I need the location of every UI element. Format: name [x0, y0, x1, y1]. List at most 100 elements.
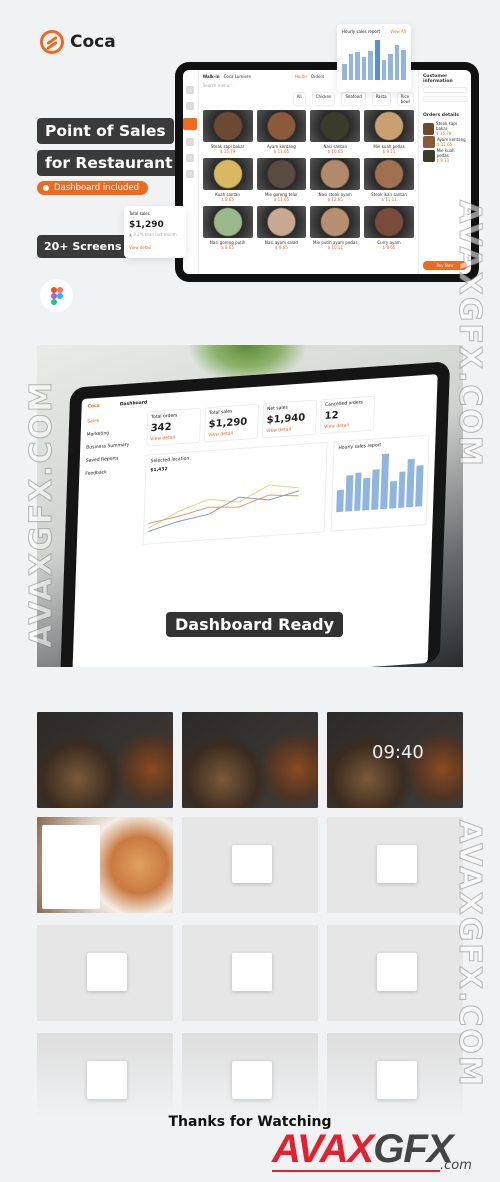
menu-item-card[interactable]: Nasi santan $ 10.65: [310, 110, 361, 154]
menu-item-card[interactable]: Mie kuah pedas $ 9.11: [364, 110, 414, 154]
sales-bar: [401, 50, 406, 80]
dashboard-ready-label: Dashboard Ready: [166, 612, 343, 637]
sales-bar: [344, 475, 354, 512]
food-image: [422, 149, 435, 162]
coca-logo-icon: [40, 30, 64, 54]
menu-item-card[interactable]: Ayam kentang $ 11.65: [256, 110, 307, 154]
food-image: [256, 206, 307, 238]
screen-thumbnail: [182, 1033, 318, 1121]
sales-bar: [355, 52, 360, 80]
food-image: [202, 206, 253, 238]
screen-thumbnail: [37, 817, 173, 913]
vertical-watermark: AVAXGFX.COM: [24, 380, 60, 649]
category-chip[interactable]: Pasta: [371, 92, 391, 106]
screen-thumbnail: [37, 712, 173, 808]
tab-orders[interactable]: Orders: [311, 74, 324, 79]
category-chip[interactable]: All: [292, 92, 306, 106]
sales-bar: [381, 60, 387, 80]
sales-bar: [380, 453, 389, 510]
view-detail-link[interactable]: View detail: [266, 426, 312, 434]
category-chip[interactable]: Rice bowl: [396, 92, 414, 106]
screen-thumbnail: [182, 817, 318, 913]
food-image: [364, 110, 414, 142]
clock-text: 09:40: [372, 742, 424, 763]
food-image: [202, 158, 253, 190]
sales-bar: [394, 44, 400, 80]
view-detail-link[interactable]: View detail: [129, 245, 181, 250]
sales-bar: [348, 54, 354, 80]
view-all-link[interactable]: View All: [390, 29, 406, 34]
brand-logo: Coca: [40, 30, 116, 54]
menu-item-card[interactable]: Mie goreng telor $ 11.65: [256, 158, 307, 202]
stat-card: Total sales $1,290 View detail: [204, 403, 260, 443]
menu-item-card[interactable]: Curry ayam $ 8.65: [364, 206, 414, 250]
screen-thumbnail: 09:40: [327, 712, 463, 808]
menu-item-card[interactable]: Nasi goreng putih $ 8.65: [202, 206, 253, 250]
food-image: [310, 206, 361, 238]
pos-tablet: Walk-in Coca Lumiere Home Orders Search me…: [175, 62, 479, 282]
menu-item-card[interactable]: Kuah santan $ 8.65: [202, 158, 253, 202]
menu-item-card[interactable]: Steak ikan santan $ 11.11: [364, 158, 414, 202]
location-line-chart: [147, 484, 300, 532]
menu-item-card[interactable]: Nasi steak ayam $ 12.65: [310, 158, 361, 202]
tab-home[interactable]: Home: [295, 74, 307, 79]
sales-bar: [371, 469, 380, 510]
screens-count-badge: 20+ Screens: [37, 235, 129, 258]
dashboard-included-badge: Dashboard included: [37, 181, 149, 195]
screen-thumbnail: [327, 1033, 463, 1121]
sales-bar: [336, 489, 344, 513]
stat-card: Cancelled orders 12 View detail: [319, 395, 376, 435]
food-image: [422, 122, 435, 135]
dot-icon: [43, 185, 49, 191]
sales-bar: [397, 471, 406, 508]
food-image: [202, 110, 253, 142]
dashboard-menu-item[interactable]: Feedback: [85, 464, 145, 481]
headline-line2: for Restaurant: [37, 150, 181, 176]
watermark-underline: [272, 1170, 440, 1172]
stat-card: Net sales $1,940 View detail: [261, 399, 318, 439]
sales-bar: [374, 40, 380, 80]
sales-bar: [406, 458, 416, 508]
sales-bar: [388, 480, 397, 509]
avaxgfx-watermark: AVAXGFX: [272, 1127, 453, 1171]
food-image: [364, 206, 414, 238]
sales-bar: [353, 471, 362, 512]
order-item: Ayam kentang $ 11.65: [422, 136, 467, 148]
order-item: Steak sapi bakar $ 15.79: [422, 121, 467, 136]
food-image: [256, 110, 307, 142]
screen-thumbnail: [37, 925, 173, 1021]
screen-thumbnail: [327, 925, 463, 1021]
sales-bar: [368, 51, 373, 80]
category-chip[interactable]: Chicken: [311, 92, 336, 106]
figma-icon: [40, 279, 73, 312]
sales-bar: [361, 56, 367, 80]
screen-thumbnail: [182, 925, 318, 1021]
watermark-domain: .com: [440, 1158, 472, 1173]
hourly-sales-card: Hourly sales report View All: [337, 24, 411, 92]
sales-bar: [342, 64, 347, 80]
vertical-watermark: AVAXGFX.COM: [452, 820, 488, 1089]
category-chip[interactable]: Seafood: [341, 92, 366, 106]
vertical-watermark: AVAXGFX.COM: [452, 200, 488, 469]
stat-card: Total orders 342 View detail: [146, 407, 202, 447]
food-image: [310, 158, 361, 190]
screen-thumbnail: [37, 1033, 173, 1121]
food-image: [422, 136, 435, 148]
sales-bar: [362, 477, 371, 511]
food-image: [364, 158, 414, 190]
view-detail-link[interactable]: View detail: [150, 434, 196, 443]
total-sales-card: Total sales $1,290 ▲ 3.2% than last mont…: [124, 206, 186, 258]
sales-bar: [415, 465, 424, 507]
screen-thumbnail: [327, 817, 463, 913]
view-detail-link[interactable]: View detail: [324, 422, 370, 430]
screen-thumbnail: [182, 712, 318, 808]
menu-item-card[interactable]: Steak sapi bakar $ 15.79: [202, 110, 253, 154]
headline-line1: Point of Sales: [37, 118, 174, 144]
food-image: [310, 110, 361, 142]
sales-bar: [388, 53, 393, 80]
menu-item-card[interactable]: Mie putih ayam pedas $ 10.11: [310, 206, 361, 250]
view-detail-link[interactable]: View detail: [208, 430, 254, 438]
menu-item-card[interactable]: Nasi ayam salad $ 9.65: [256, 206, 307, 250]
food-image: [256, 158, 307, 190]
order-item: Mie kuah pedas $ 9.11: [422, 148, 467, 163]
